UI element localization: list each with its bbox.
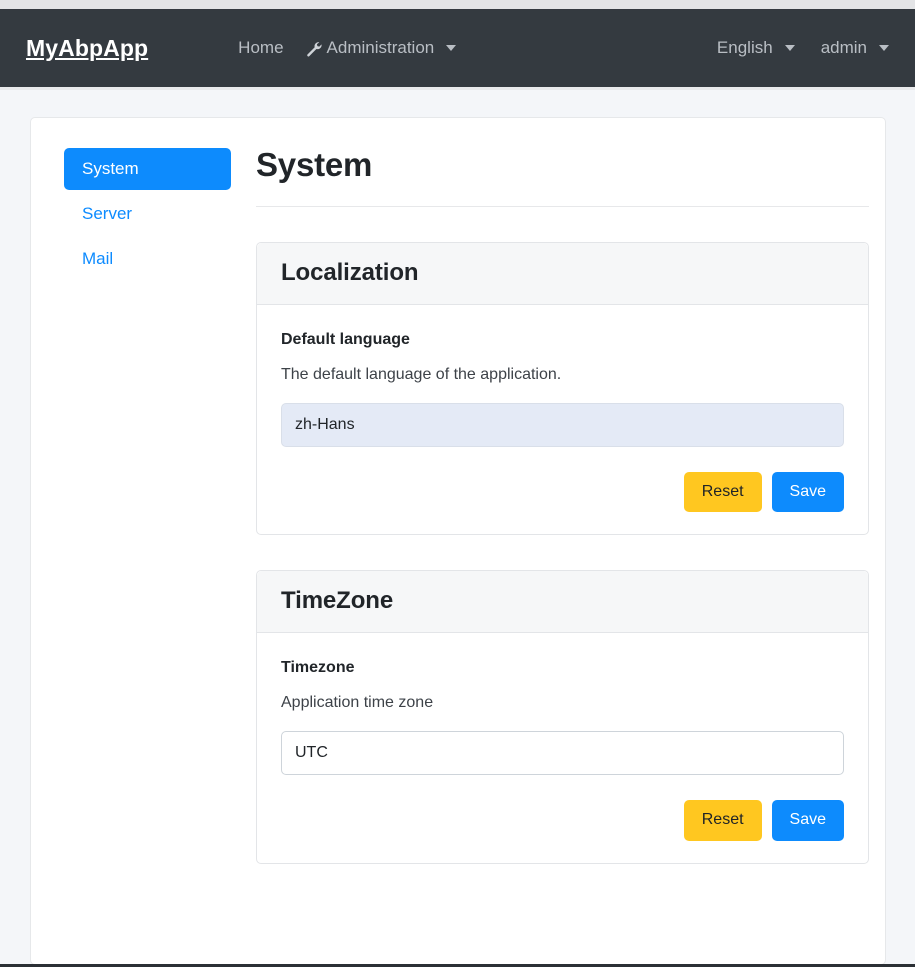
timezone-save-button[interactable]: Save — [771, 800, 844, 841]
default-language-description: The default language of the application. — [281, 365, 562, 383]
brand-logo[interactable]: MyAbpApp — [26, 35, 148, 62]
page-title: System — [256, 146, 373, 183]
timezone-card-body: Timezone Application time zone Reset Sav… — [257, 633, 868, 863]
default-language-input[interactable] — [281, 402, 844, 447]
settings-main: System Localization Default language The… — [244, 118, 885, 964]
localization-reset-button[interactable]: Reset — [683, 471, 762, 513]
sidebar-item-server[interactable]: Server — [64, 193, 231, 235]
language-switcher-label: English — [716, 38, 773, 57]
timezone-card-header: TimeZone — [257, 571, 868, 634]
nav-link-home[interactable]: Home — [238, 38, 283, 58]
localization-button-row: Reset Save — [281, 471, 844, 513]
user-menu[interactable]: admin — [821, 38, 889, 58]
chevron-down-icon — [879, 45, 889, 51]
language-switcher[interactable]: English — [717, 38, 795, 58]
navbar-primary-links: Home Administration — [238, 38, 457, 58]
settings-page-container: System Server Mail System Localization D… — [30, 117, 886, 965]
title-divider — [256, 205, 869, 207]
settings-sidebar: System Server Mail — [31, 118, 244, 964]
default-language-label: Default language — [281, 330, 410, 348]
navbar-secondary-links: English admin — [717, 38, 889, 58]
timezone-card-title: TimeZone — [281, 587, 394, 615]
browser-chrome-strip — [0, 0, 915, 9]
localization-card-title: Localization — [281, 258, 419, 286]
sidebar-item-system[interactable]: System — [64, 148, 231, 190]
nav-link-administration-label: Administration — [326, 38, 435, 57]
timezone-button-row: Reset Save — [281, 800, 844, 841]
chevron-down-icon — [784, 45, 795, 51]
top-navbar: MyAbpApp Home Administration English adm… — [0, 9, 915, 90]
localization-card: Localization Default language The defaul… — [256, 241, 869, 536]
browser-viewport: MyAbpApp Home Administration English adm… — [0, 0, 915, 967]
timezone-reset-button[interactable]: Reset — [683, 800, 762, 841]
timezone-label: Timezone — [281, 659, 355, 677]
localization-save-button[interactable]: Save — [771, 471, 844, 513]
timezone-description: Application time zone — [281, 694, 434, 712]
nav-link-home-label: Home — [238, 38, 284, 57]
sidebar-item-mail[interactable]: Mail — [64, 238, 231, 280]
localization-card-body: Default language The default language of… — [257, 305, 868, 535]
timezone-input[interactable] — [281, 731, 844, 776]
user-menu-label: admin — [820, 38, 867, 57]
chevron-down-icon — [446, 45, 457, 51]
localization-card-header: Localization — [257, 242, 868, 305]
timezone-card: TimeZone Timezone Application time zone … — [256, 570, 869, 864]
wrench-icon — [306, 41, 322, 57]
nav-link-administration[interactable]: Administration — [306, 38, 457, 58]
